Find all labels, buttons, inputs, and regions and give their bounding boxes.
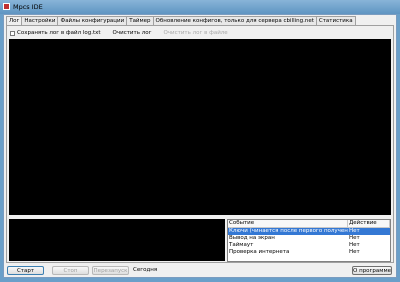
log-panel: Сохранять лог в файл log.txt Очистить ло…	[6, 25, 394, 263]
window-title: Mpcs IDE	[13, 3, 43, 11]
event-cell: Вывод на экран	[229, 235, 275, 241]
restart-button: Перезапуск	[92, 266, 129, 275]
title-bar: Mpcs IDE	[0, 0, 400, 14]
app-window: Mpcs IDE Лог Настройки Файлы конфигураци…	[0, 0, 400, 282]
tab-statistics[interactable]: Статистика	[315, 16, 356, 25]
table-row[interactable]: Вывод на экран Нет	[228, 235, 390, 242]
table-row[interactable]: Таймаут Нет	[228, 242, 390, 249]
event-cell: Таймаут	[229, 242, 254, 248]
action-cell: Нет	[349, 242, 360, 248]
start-button[interactable]: Старт	[7, 266, 44, 275]
clear-log-file-button: Очистить лог в файле	[163, 30, 228, 36]
app-icon	[3, 3, 10, 10]
about-button[interactable]: О программе	[352, 266, 392, 275]
column-header-action[interactable]: Действие	[348, 220, 390, 227]
bottom-bar: Старт Стоп Перезапуск Сегодня О программ…	[4, 266, 396, 276]
table-row[interactable]: Ключи (чинается после первого получения)…	[228, 228, 390, 235]
action-cell: Нет	[349, 249, 360, 255]
event-output[interactable]	[9, 219, 225, 261]
log-output[interactable]	[9, 39, 391, 215]
tab-settings[interactable]: Настройки	[21, 16, 59, 25]
save-log-checkbox[interactable]	[10, 30, 15, 36]
clear-log-button[interactable]: Очистить лог	[113, 30, 152, 36]
stop-button: Стоп	[52, 266, 89, 275]
log-options: Сохранять лог в файл log.txt Очистить ло…	[10, 29, 240, 37]
action-cell: Нет	[349, 235, 360, 241]
column-header-event[interactable]: Событие	[228, 220, 348, 227]
action-cell: Нет	[349, 228, 360, 234]
event-cell: Ключи (чинается после первого получения)	[229, 228, 348, 234]
table-row[interactable]: Проверка интернета Нет	[228, 249, 390, 256]
client-area: Лог Настройки Файлы конфигурации Таймер …	[3, 14, 397, 278]
tab-config-update[interactable]: Обновление конфигов, только для сервера …	[152, 16, 317, 25]
events-table[interactable]: Событие Действие Ключи (чинается после п…	[227, 219, 391, 262]
tab-config-files[interactable]: Файлы конфигурации	[57, 16, 128, 25]
today-label: Сегодня	[133, 267, 158, 273]
table-header: Событие Действие	[228, 220, 390, 228]
event-cell: Проверка интернета	[229, 249, 290, 255]
save-log-label[interactable]: Сохранять лог в файл log.txt	[17, 30, 101, 36]
tab-timer[interactable]: Таймер	[126, 16, 154, 25]
